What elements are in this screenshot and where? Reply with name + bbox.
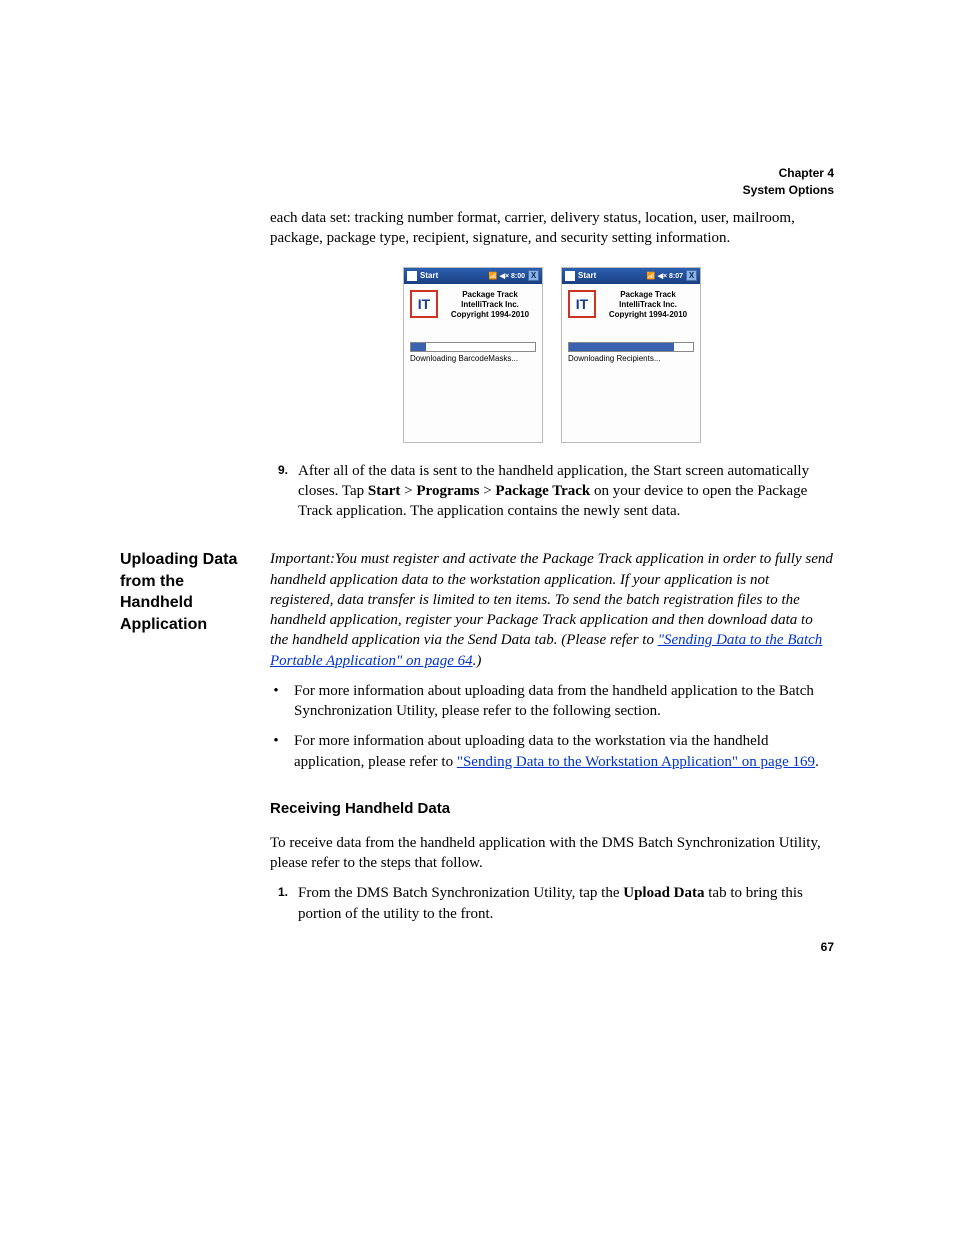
download-status: Downloading BarcodeMasks... <box>404 354 542 363</box>
section-label: System Options <box>743 182 834 199</box>
progress-bar <box>410 342 536 352</box>
titlebar-indicators: 📶 ◀× 8:07 <box>647 272 683 280</box>
titlebar-title: Start <box>420 271 438 280</box>
start-flag-icon <box>407 271 417 281</box>
bullet-item: • For more information about uploading d… <box>270 681 834 722</box>
bold-package-track: Package Track <box>495 483 590 499</box>
page: Chapter 4 System Options each data set: … <box>0 0 954 1054</box>
important-note: Important:You must register and activate… <box>270 549 834 671</box>
app-info: Package Track IntelliTrack Inc. Copyrigh… <box>602 290 694 320</box>
progress-fill <box>569 343 674 351</box>
titlebar-indicators: 📶 ◀× 8:00 <box>489 272 525 280</box>
bold-programs: Programs <box>416 483 479 499</box>
chapter-label: Chapter 4 <box>743 165 834 182</box>
progress-bar <box>568 342 694 352</box>
app-info: Package Track IntelliTrack Inc. Copyrigh… <box>444 290 536 320</box>
subheading-receiving: Receiving Handheld Data <box>270 800 834 817</box>
content-column: each data set: tracking number format, c… <box>270 208 834 521</box>
download-status: Downloading Recipients... <box>562 354 700 363</box>
it-logo-icon: IT <box>568 290 596 318</box>
side-heading-uploading: Uploading Data from the Handheld Applica… <box>120 549 250 934</box>
link-sending-workstation[interactable]: "Sending Data to the Workstation Applica… <box>457 754 815 770</box>
titlebar-title: Start <box>578 271 596 280</box>
it-logo-icon: IT <box>410 290 438 318</box>
step-text: From the DMS Batch Synchronization Utili… <box>298 883 834 924</box>
copyright: Copyright 1994-2010 <box>444 310 536 320</box>
bold-upload-data: Upload Data <box>623 885 704 901</box>
bullet-item: • For more information about uploading d… <box>270 731 834 772</box>
device-titlebar: Start 📶 ◀× 8:00 X <box>404 268 542 284</box>
close-icon: X <box>528 270 539 281</box>
step-text: After all of the data is sent to the han… <box>298 461 834 522</box>
running-header: Chapter 4 System Options <box>743 165 834 199</box>
device-screenshot-right: Start 📶 ◀× 8:07 X IT Package Track Intel… <box>561 267 701 443</box>
step-1: 1. From the DMS Batch Synchronization Ut… <box>270 883 834 924</box>
bullet-list: • For more information about uploading d… <box>270 681 834 772</box>
step-number: 1. <box>270 883 288 924</box>
receiving-intro: To receive data from the handheld applic… <box>270 833 834 874</box>
intro-continuation: each data set: tracking number format, c… <box>270 208 834 249</box>
company-name: IntelliTrack Inc. <box>444 300 536 310</box>
screenshot-row: Start 📶 ◀× 8:00 X IT Package Track Intel… <box>270 267 834 443</box>
page-number: 67 <box>821 940 834 954</box>
progress-fill <box>411 343 426 351</box>
company-name: IntelliTrack Inc. <box>602 300 694 310</box>
start-flag-icon <box>565 271 575 281</box>
bold-start: Start <box>368 483 401 499</box>
bullet-text: For more information about uploading dat… <box>294 731 834 772</box>
device-screenshot-left: Start 📶 ◀× 8:00 X IT Package Track Intel… <box>403 267 543 443</box>
bullet-dot: • <box>270 681 282 722</box>
bullet-dot: • <box>270 731 282 772</box>
app-name: Package Track <box>602 290 694 300</box>
close-icon: X <box>686 270 697 281</box>
app-name: Package Track <box>444 290 536 300</box>
copyright: Copyright 1994-2010 <box>602 310 694 320</box>
step-9: 9. After all of the data is sent to the … <box>270 461 834 522</box>
step-number: 9. <box>270 461 288 522</box>
bullet-text: For more information about uploading dat… <box>294 681 834 722</box>
device-titlebar: Start 📶 ◀× 8:07 X <box>562 268 700 284</box>
section-uploading: Uploading Data from the Handheld Applica… <box>120 549 834 934</box>
